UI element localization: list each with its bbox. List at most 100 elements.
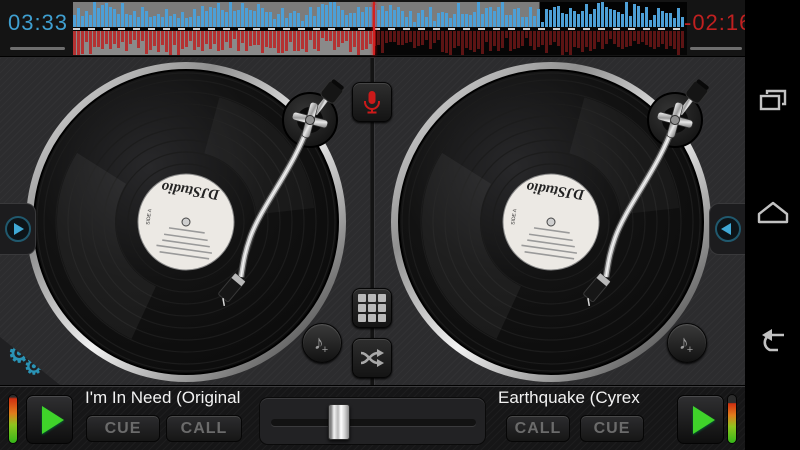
track-title-right: Earthquake (Cyrex [498,388,640,408]
waveform-bar [105,3,108,28]
waveform-bar [145,11,148,28]
waveform-bar [605,31,608,44]
waveform-bar [313,16,316,27]
dj-app-screen: DJStudio SIDE A [0,0,800,450]
waveform-bar [125,31,128,51]
waveform-bar [305,15,308,28]
waveform-bar [257,31,260,45]
load-track-button-right[interactable]: ♪+ [667,323,707,363]
waveform-bar [289,13,292,27]
waveform-bar [133,11,136,27]
waveform-deck-left[interactable] [73,2,687,27]
waveform-bar [297,31,300,51]
waveform-bar [333,2,336,27]
waveform-bar [437,13,440,28]
waveform-bar [529,7,532,27]
record-mic-button[interactable] [352,82,392,122]
waveform-bar [569,8,572,27]
waveform-bar [217,3,220,27]
waveform-bar [493,11,496,27]
waveform-bar [325,31,328,41]
bottom-control-bar: I'm In Need (Original CUE CALL Earthquak… [0,385,745,450]
waveform-bar [365,31,368,49]
waveform-bar [245,8,248,28]
play-button-left[interactable] [26,395,73,444]
waveform-bar [353,13,356,27]
waveform-bar [325,5,328,28]
sampler-grid-button[interactable] [352,288,392,328]
waveform-bar [649,20,652,27]
waveform-bar [409,31,412,42]
waveform-bar [657,8,660,27]
waveform-bar [365,7,368,27]
cue-button-right[interactable]: CUE [580,415,644,442]
waveform-bar [185,18,188,27]
waveform-bar [449,18,452,27]
back-icon[interactable] [757,326,789,356]
waveform-bar [193,31,196,50]
call-button-right[interactable]: CALL [506,415,570,442]
waveform-bar [89,15,92,28]
waveform-bar [445,31,448,53]
waveform-bar [109,31,112,49]
waveform-bar [393,31,396,42]
waveform-bar [333,31,336,50]
crossfader-handle[interactable] [328,404,350,440]
crossfade-mode-button[interactable] [352,338,392,378]
waveform-bar [581,11,584,27]
recent-apps-icon[interactable] [757,86,789,116]
waveform-bar [101,31,104,49]
waveform-bar [417,31,420,46]
waveform-bar [353,31,356,47]
waveform-bar [377,31,380,45]
waveform-bar [525,31,528,38]
waveform-bar [389,31,392,42]
plus-icon: + [687,344,693,356]
waveform-bar [177,18,180,27]
waveform-bar [201,31,204,51]
time-elapsed-underline [10,47,65,50]
left-drawer-handle[interactable] [0,203,36,255]
waveform-bar [625,31,628,47]
waveform-bar [273,31,276,48]
waveform-bar [441,31,444,52]
waveform-bar [265,31,268,47]
crossfader-track [271,419,476,426]
waveform-bar [129,31,132,44]
load-track-button-left[interactable]: ♪+ [302,323,342,363]
waveform-bar [469,31,472,50]
waveform-bar [337,6,340,27]
waveform-bar [593,9,596,27]
right-drawer-handle[interactable] [709,203,745,255]
waveform-bar [233,31,236,39]
waveform-bar [277,14,280,27]
waveform-bar [589,31,592,51]
waveform-bar [453,31,456,48]
waveform-bar [409,11,412,27]
waveform-bar [345,31,348,41]
cue-button-left[interactable]: CUE [86,415,160,442]
waveform-bar [669,13,672,27]
waveform-bar [213,8,216,27]
playhead-marker [373,2,375,55]
waveform-bar [657,31,660,47]
waveform-bar [405,31,408,43]
waveform-bar [293,11,296,28]
waveform-bar [573,11,576,27]
waveform-bar [565,14,568,27]
waveform-bar [677,8,680,27]
waveform-bar [457,31,460,46]
waveform-bar [489,7,492,27]
waveform-bar [521,17,524,27]
waveform-deck-right[interactable] [73,31,687,55]
play-button-right[interactable] [677,395,724,444]
waveform-bar [81,16,84,27]
waveform-scrubber[interactable] [73,2,687,55]
waveform-bar [661,31,664,44]
call-button-left[interactable]: CALL [166,415,242,442]
waveform-bar [545,31,548,53]
waveform-bar [225,12,228,28]
waveform-bar [501,31,504,48]
waveform-bar [389,5,392,28]
home-icon[interactable] [756,196,790,226]
